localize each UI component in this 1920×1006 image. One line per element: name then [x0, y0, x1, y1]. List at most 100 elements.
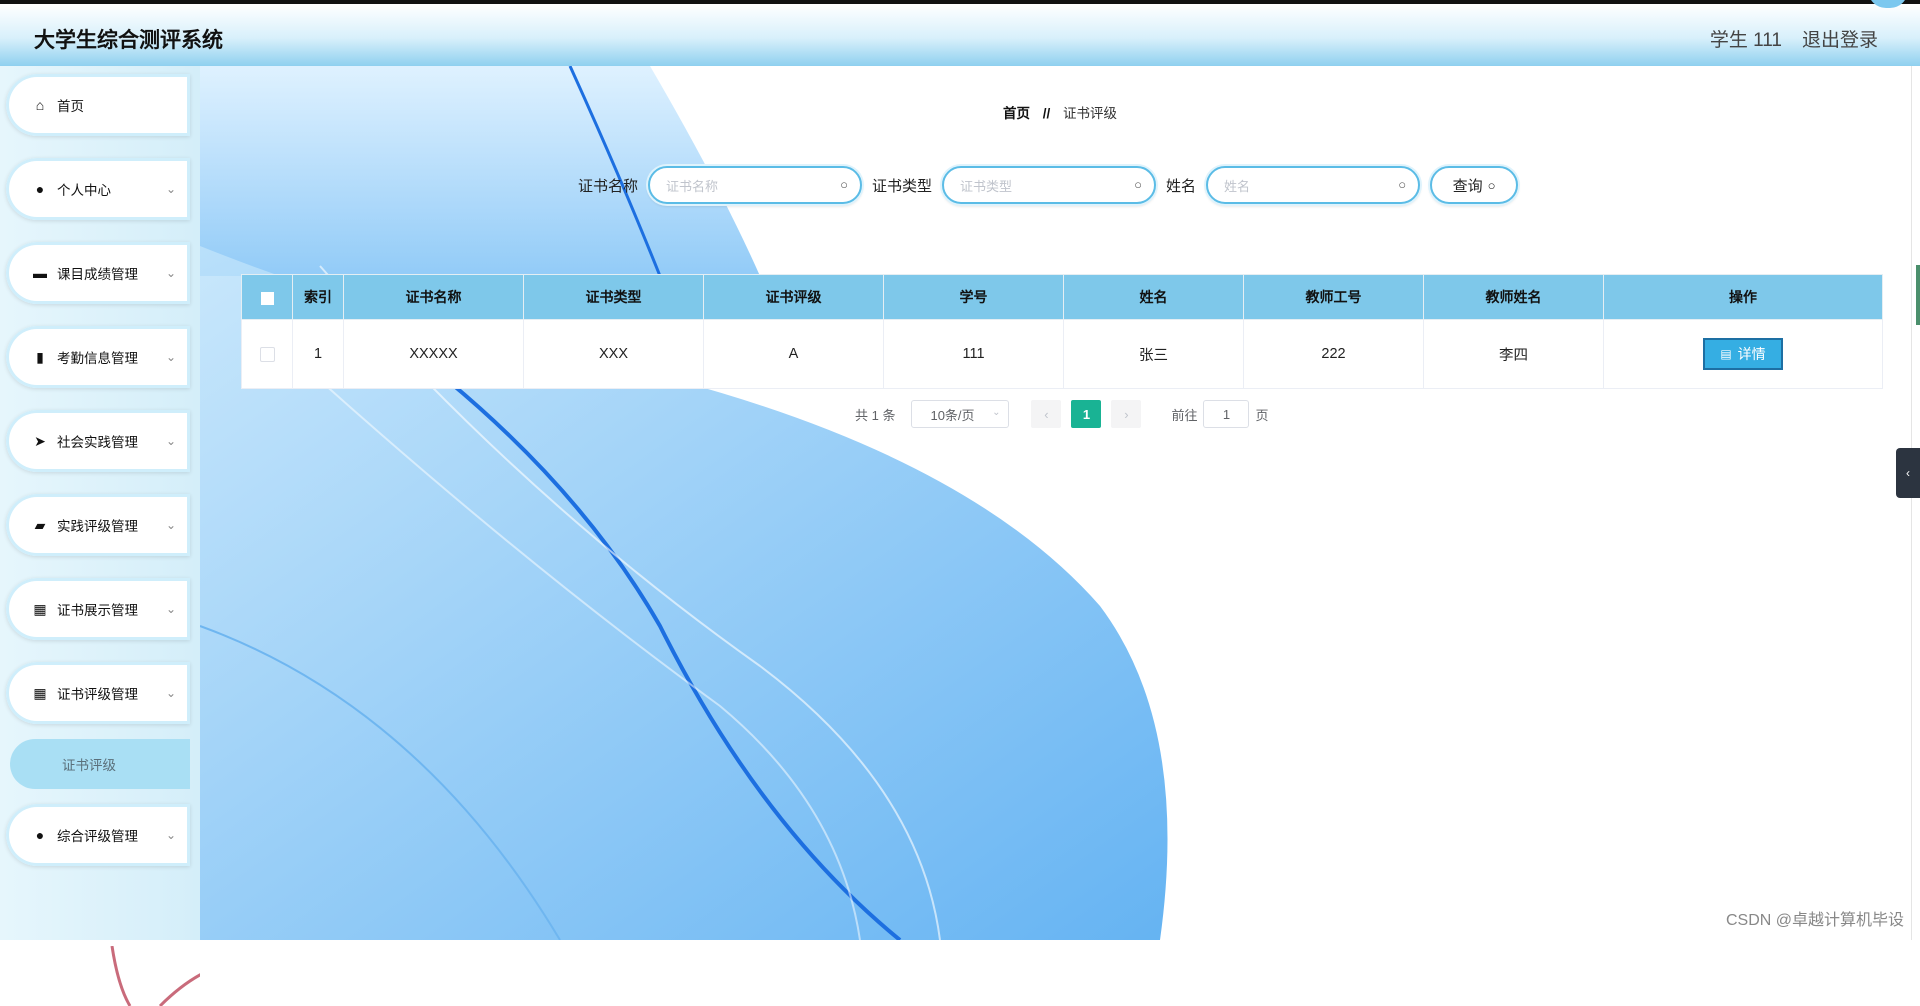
column-header: 证书评级	[703, 274, 884, 320]
avatar[interactable]	[1868, 0, 1908, 8]
bulb-icon: ●	[35, 827, 45, 843]
breadcrumb-home[interactable]: 首页	[1003, 106, 1030, 121]
sidebar-item-social-practice[interactable]: ➤ 社会实践管理 ⌄	[6, 410, 190, 472]
sidebar-item-label: 课目成绩管理	[57, 267, 138, 282]
goto-label: 前往	[1171, 407, 1198, 423]
breadcrumb-separator: //	[1042, 106, 1051, 121]
column-header: 姓名	[1063, 274, 1244, 320]
sidebar-item-overall-rating[interactable]: ● 综合评级管理 ⌄	[6, 804, 190, 866]
column-header: 教师工号	[1243, 274, 1424, 320]
sidebar-item-attendance[interactable]: ▮ 考勤信息管理 ⌄	[6, 326, 190, 388]
table-cell: 111	[883, 319, 1064, 389]
scrollbar[interactable]	[1916, 265, 1920, 325]
sidebar-item-label: 社会实践管理	[57, 435, 138, 450]
total-count: 共 1 条	[855, 407, 896, 423]
cert-name-input[interactable]	[664, 168, 829, 204]
cert-name-label: 证书名称	[578, 177, 639, 195]
query-button[interactable]: 查询 ○	[1430, 166, 1519, 204]
table-cell: XXX	[523, 319, 704, 389]
table-cell: A	[703, 319, 884, 389]
sidebar-item-course-grades[interactable]: ▬ 课目成绩管理 ⌄	[6, 242, 190, 304]
search-icon: ○	[1487, 177, 1496, 193]
query-button-label: 查询	[1452, 177, 1483, 195]
grid-icon: ▦	[33, 600, 47, 617]
sidebar-item-label: 首页	[57, 99, 84, 114]
sidebar-subitem-cert-rating[interactable]: 证书评级	[10, 739, 190, 789]
cert-type-input[interactable]	[958, 168, 1123, 204]
name-input[interactable]	[1222, 168, 1387, 204]
page-size-value: 10条/页	[930, 407, 975, 423]
detail-button[interactable]: ▤ 详情	[1703, 338, 1783, 370]
search-icon: ○	[1134, 177, 1143, 192]
table-header-row: 索引 证书名称 证书类型 证书评级 学号 姓名 教师工号 教师姓名 操作	[241, 274, 1883, 320]
chevron-down-icon: ⌄	[165, 350, 176, 364]
sidebar-subitem-label: 证书评级	[62, 758, 116, 773]
chevron-down-icon: ⌄	[165, 434, 176, 448]
column-header: 教师姓名	[1423, 274, 1604, 320]
sidebar-item-label: 考勤信息管理	[57, 351, 138, 366]
sidebar-item-personal-center[interactable]: ● 个人中心 ⌄	[6, 158, 190, 220]
column-header: 操作	[1603, 274, 1883, 320]
sidebar-item-home[interactable]: ⌂ 首页	[6, 74, 190, 136]
table-cell: XXXXX	[343, 319, 524, 389]
chevron-down-icon: ⌄	[165, 828, 176, 842]
row-checkbox[interactable]	[259, 346, 275, 362]
sidebar-item-cert-rating[interactable]: ▦ 证书评级管理 ⌄	[6, 662, 190, 724]
chevron-down-icon: ⌄	[165, 518, 176, 532]
table-cell: 222	[1243, 319, 1424, 389]
page-size-select[interactable]: 10条/页 ⌄	[911, 400, 1010, 428]
send-icon: ➤	[34, 432, 46, 449]
current-user: 学生 111	[1709, 30, 1782, 51]
divider	[1911, 66, 1912, 940]
next-page-button[interactable]: ›	[1111, 400, 1142, 428]
detail-button-label: 详情	[1737, 346, 1766, 362]
breadcrumb-current: 证书评级	[1063, 106, 1118, 121]
chevron-down-icon: ⌄	[165, 686, 176, 700]
column-header: 索引	[292, 274, 344, 320]
document-icon: ▤	[1720, 347, 1732, 361]
logout-link[interactable]: 退出登录	[1802, 25, 1878, 52]
row-checkbox-cell	[241, 319, 293, 389]
cert-rating-table: 索引 证书名称 证书类型 证书评级 学号 姓名 教师工号 教师姓名 操作 1 X…	[241, 274, 1883, 389]
select-all-checkbox[interactable]	[260, 291, 274, 305]
chevron-down-icon: ⌄	[165, 266, 176, 280]
chevron-down-icon: ⌄	[165, 182, 176, 196]
prev-page-button[interactable]: ‹	[1031, 400, 1062, 428]
page-number-button[interactable]: 1	[1071, 400, 1102, 428]
table-cell: 李四	[1423, 319, 1604, 389]
name-field: ○	[1206, 166, 1421, 204]
home-icon: ⌂	[35, 97, 45, 113]
table-cell: 张三	[1063, 319, 1244, 389]
top-bar: 大学生综合测评系统 学生 111 退出登录	[0, 0, 1920, 66]
sidebar-item-cert-display[interactable]: ▦ 证书展示管理 ⌄	[6, 578, 190, 640]
cert-type-label: 证书类型	[872, 177, 933, 195]
chevron-down-icon: ⌄	[992, 407, 1001, 418]
search-icon: ○	[840, 177, 849, 192]
page-suffix-label: 页	[1255, 407, 1269, 423]
sidebar-item-practice-rating[interactable]: ▰ 实践评级管理 ⌄	[6, 494, 190, 556]
chevron-down-icon: ⌄	[165, 602, 176, 616]
app-title: 大学生综合测评系统	[34, 29, 223, 52]
sidebar-item-label: 证书展示管理	[57, 603, 138, 618]
cert-type-field: ○	[942, 166, 1157, 204]
search-bar: 证书名称 ○ 证书类型 ○ 姓名 ○ 查询 ○	[578, 164, 1519, 206]
decorative-curve	[110, 946, 200, 1006]
sidebar-item-label: 个人中心	[57, 183, 111, 198]
cert-name-field: ○	[648, 166, 863, 204]
monitor-icon: ▬	[33, 265, 47, 281]
grid-icon: ▦	[33, 684, 47, 701]
table-row: 1 XXXXX XXX A 111 张三 222 李四 ▤ 详情	[241, 319, 1883, 389]
sidebar-item-label: 综合评级管理	[57, 829, 138, 844]
name-label: 姓名	[1166, 177, 1197, 195]
briefcase-icon: ▰	[34, 516, 46, 533]
column-header: 证书类型	[523, 274, 704, 320]
column-header: 学号	[883, 274, 1064, 320]
select-all-header	[241, 274, 293, 320]
column-header: 证书名称	[343, 274, 524, 320]
main-content: 首页 // 证书评级 证书名称 ○ 证书类型 ○ 姓名 ○ 查询 ○ 索引	[200, 66, 1920, 940]
goto-page-input[interactable]: 1	[1203, 400, 1250, 428]
sidebar-item-label: 证书评级管理	[57, 687, 138, 702]
side-panel-toggle[interactable]: ‹	[1896, 448, 1920, 498]
breadcrumb: 首页 // 证书评级	[200, 102, 1920, 122]
table-cell: 1	[292, 319, 344, 389]
